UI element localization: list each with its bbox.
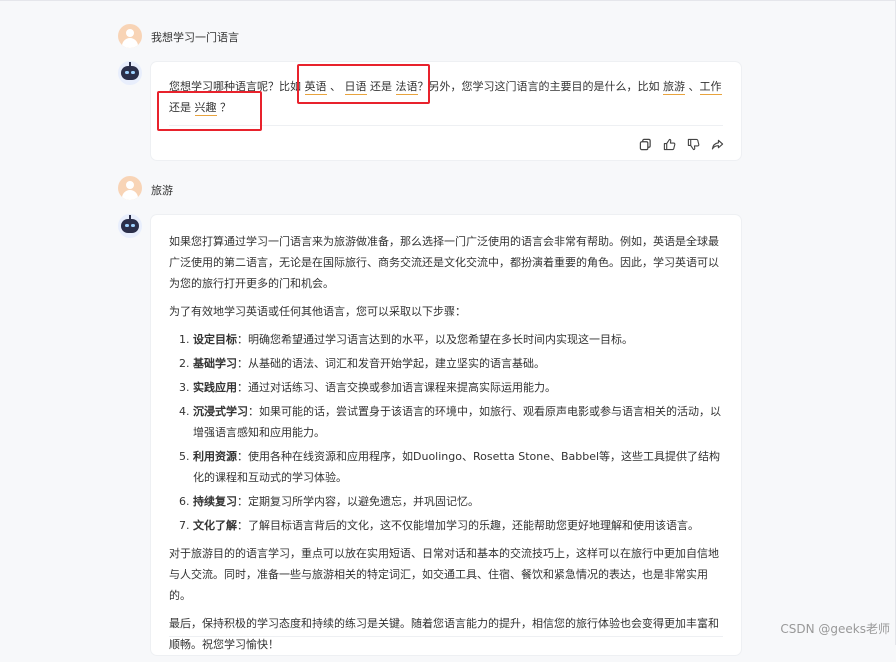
top-divider (0, 0, 896, 1)
thumbs-up-icon[interactable] (662, 137, 676, 151)
bot-avatar (118, 214, 142, 238)
option-travel[interactable]: 旅游 (663, 80, 685, 95)
answer-paragraph: 对于旅游目的的语言学习，重点可以放在实用短语、日常对话和基本的交流技巧上，这样可… (169, 547, 719, 602)
list-item: 实践应用：通过对话练习、语言交换或参加语言课程来提高实际运用能力。 (193, 377, 727, 398)
steps-list: 设定目标：明确您希望通过学习语言达到的水平，以及您希望在多长时间内实现这一目标。… (169, 329, 727, 536)
bot-answer-card: 如果您打算通过学习一门语言来为旅游做准备，那么选择一门广泛使用的语言会非常有帮助… (151, 215, 741, 655)
list-item: 设定目标：明确您希望通过学习语言达到的水平，以及您希望在多长时间内实现这一目标。 (193, 329, 727, 350)
user-message: 旅游 (151, 184, 173, 197)
copy-icon[interactable] (638, 137, 652, 151)
card-divider (169, 636, 723, 637)
bot-avatar (118, 61, 142, 85)
list-item: 沉浸式学习：如果可能的话，尝试置身于该语言的环境中，如旅行、观看原声电影或参与语… (193, 401, 727, 443)
list-item: 利用资源：使用各种在线资源和应用程序，如Duolingo、Rosetta Sto… (193, 446, 727, 488)
option-work[interactable]: 工作 (699, 80, 722, 95)
user-avatar (118, 176, 142, 200)
text-segment: ？另外，您学习这门语言的主要目的是什么，比如 (417, 80, 663, 93)
bot-answer-text: 如果您打算通过学习一门语言来为旅游做准备，那么选择一门广泛使用的语言会非常有帮助… (169, 231, 727, 662)
share-icon[interactable] (710, 137, 724, 151)
list-item: 持续复习：定期复习所学内容，以避免遗忘，并巩固记忆。 (193, 491, 727, 512)
message-actions (638, 137, 724, 151)
list-item: 基础学习：从基础的语法、词汇和发音开始学起，建立坚实的语言基础。 (193, 353, 727, 374)
user-avatar (118, 24, 142, 48)
text-segment: 、 (685, 80, 700, 93)
highlight-box-languages (297, 64, 430, 104)
steps-intro: 为了有效地学习英语或任何其他语言，您可以采取以下步骤： (169, 305, 466, 318)
answer-conclusion: 最后，保持积极的学习态度和持续的练习是关键。随着您语言能力的提升，相信您的旅行体… (169, 617, 719, 651)
user-message: 我想学习一门语言 (151, 31, 239, 44)
answer-intro: 如果您打算通过学习一门语言来为旅游做准备，那么选择一门广泛使用的语言会非常有帮助… (169, 235, 719, 290)
highlight-box-purposes (157, 91, 262, 131)
thumbs-down-icon[interactable] (686, 137, 700, 151)
list-item: 文化了解：了解目标语言背后的文化，这不仅能增加学习的乐趣，还能帮助您更好地理解和… (193, 515, 727, 536)
watermark: CSDN @geeks老师 (780, 622, 890, 636)
